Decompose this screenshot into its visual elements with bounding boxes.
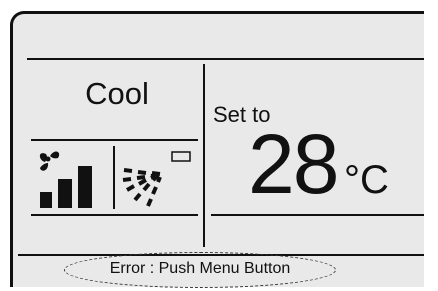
temperature-unit: °C	[344, 158, 389, 202]
top-divider	[27, 58, 424, 60]
mode-divider	[31, 139, 198, 141]
mode-label: Cool	[85, 76, 149, 111]
icons-separator	[113, 146, 115, 209]
temperature-value: 28	[248, 117, 339, 211]
lcd-remote-display: Cool Set to 28 °C Error: Push Menu Butt…	[0, 0, 438, 291]
temp-divider-right	[211, 214, 424, 216]
icons-divider-left	[31, 214, 198, 216]
error-message: Error : Push Menu Button	[109, 260, 291, 277]
fan-speed-icon	[39, 151, 92, 208]
airflow-swing-icon	[122, 151, 191, 207]
